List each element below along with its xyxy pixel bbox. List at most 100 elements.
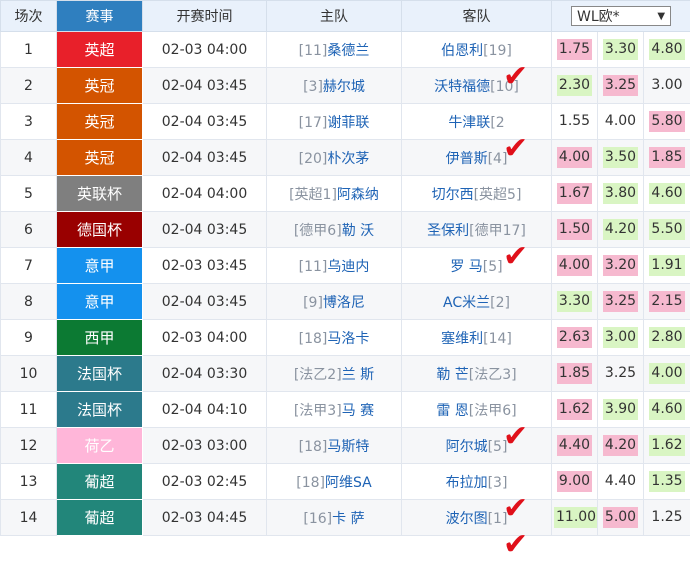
table-row[interactable]: 4英冠02-04 03:45[20]朴次茅伊普斯[4]4.003.501.85 xyxy=(1,140,690,176)
odds-cell[interactable]: 9.00 xyxy=(552,464,598,500)
odds-cell[interactable]: 2.15 xyxy=(644,284,690,320)
league-badge[interactable]: 英冠 xyxy=(57,68,143,104)
odds-value[interactable]: 2.80 xyxy=(649,327,684,348)
league-badge[interactable]: 意甲 xyxy=(57,284,143,320)
league-badge[interactable]: 葡超 xyxy=(57,500,143,536)
odds-cell[interactable]: 1.55 xyxy=(552,104,598,140)
odds-value[interactable]: 4.00 xyxy=(649,363,684,384)
odds-cell[interactable]: 3.80 xyxy=(598,176,644,212)
odds-value[interactable]: 3.00 xyxy=(603,327,638,348)
odds-value[interactable]: 5.00 xyxy=(603,507,638,528)
table-row[interactable]: 11法国杯02-04 04:10[法甲3]马 赛雷 恩[法甲6]1.623.90… xyxy=(1,392,690,428)
home-team-cell[interactable]: [11]桑德兰 xyxy=(267,32,402,68)
home-team-cell[interactable]: [16]卡 萨 xyxy=(267,500,402,536)
away-team-cell[interactable]: 伯恩利[19] xyxy=(402,32,552,68)
table-row[interactable]: 7意甲02-03 03:45[11]乌迪内罗 马[5]4.003.201.91 xyxy=(1,248,690,284)
away-team-name[interactable]: 圣保利 xyxy=(427,223,469,239)
odds-cell[interactable]: 3.25 xyxy=(598,284,644,320)
league-badge[interactable]: 英联杯 xyxy=(57,176,143,212)
odds-cell[interactable]: 4.00 xyxy=(552,140,598,176)
odds-value[interactable]: 3.30 xyxy=(557,291,592,312)
odds-value[interactable]: 1.25 xyxy=(649,507,684,528)
away-team-name[interactable]: 阿尔城 xyxy=(446,439,488,455)
odds-cell[interactable]: 3.00 xyxy=(598,320,644,356)
odds-value[interactable]: 1.35 xyxy=(649,471,684,492)
table-row[interactable]: 5英联杯02-04 04:00[英超1]阿森纳切尔西[英超5]1.673.804… xyxy=(1,176,690,212)
home-team-cell[interactable]: [英超1]阿森纳 xyxy=(267,176,402,212)
away-team-cell[interactable]: 切尔西[英超5] xyxy=(402,176,552,212)
away-team-name[interactable]: 伊普斯 xyxy=(446,151,488,167)
away-team-cell[interactable]: 牛津联[2 xyxy=(402,104,552,140)
home-team-cell[interactable]: [18]马斯特 xyxy=(267,428,402,464)
away-team-cell[interactable]: 波尔图[1] xyxy=(402,500,552,536)
odds-value[interactable]: 4.00 xyxy=(557,255,592,276)
league-badge[interactable]: 法国杯 xyxy=(57,356,143,392)
away-team-name[interactable]: 塞维利 xyxy=(441,331,483,347)
odds-value[interactable]: 3.25 xyxy=(603,75,638,96)
odds-cell[interactable]: 4.40 xyxy=(552,428,598,464)
league-badge[interactable]: 葡超 xyxy=(57,464,143,500)
away-team-name[interactable]: 雷 恩 xyxy=(436,403,468,419)
league-badge[interactable]: 荷乙 xyxy=(57,428,143,464)
odds-value[interactable]: 5.80 xyxy=(649,111,684,132)
odds-cell[interactable]: 1.35 xyxy=(644,464,690,500)
table-row[interactable]: 2英冠02-04 03:45[3]赫尔城沃特福德[10]2.303.253.00 xyxy=(1,68,690,104)
odds-cell[interactable]: 2.30 xyxy=(552,68,598,104)
away-team-cell[interactable]: 阿尔城[5] xyxy=(402,428,552,464)
home-team-cell[interactable]: [11]乌迪内 xyxy=(267,248,402,284)
odds-cell[interactable]: 1.50 xyxy=(552,212,598,248)
away-team-cell[interactable]: 雷 恩[法甲6] xyxy=(402,392,552,428)
away-team-name[interactable]: 沃特福德 xyxy=(434,79,490,95)
odds-cell[interactable]: 5.50 xyxy=(644,212,690,248)
odds-value[interactable]: 1.85 xyxy=(649,147,684,168)
odds-cell[interactable]: 1.25 xyxy=(644,500,690,536)
away-team-name[interactable]: 布拉加 xyxy=(446,475,488,491)
odds-cell[interactable]: 2.63 xyxy=(552,320,598,356)
home-team-name[interactable]: 马洛卡 xyxy=(327,331,369,347)
home-team-name[interactable]: 卡 萨 xyxy=(332,511,364,527)
odds-value[interactable]: 3.25 xyxy=(603,291,638,312)
odds-cell[interactable]: 4.00 xyxy=(598,104,644,140)
table-row[interactable]: 9西甲02-03 04:00[18]马洛卡塞维利[14]2.633.002.80 xyxy=(1,320,690,356)
table-row[interactable]: 14葡超02-03 04:45[16]卡 萨波尔图[1]11.005.001.2… xyxy=(1,500,690,536)
odds-cell[interactable]: 1.85 xyxy=(644,140,690,176)
odds-cell[interactable]: 3.30 xyxy=(598,32,644,68)
odds-cell[interactable]: 4.00 xyxy=(552,248,598,284)
odds-value[interactable]: 3.30 xyxy=(603,39,638,60)
league-badge[interactable]: 英冠 xyxy=(57,104,143,140)
odds-cell[interactable]: 11.00 xyxy=(552,500,598,536)
odds-value[interactable]: 4.20 xyxy=(603,219,638,240)
odds-value[interactable]: 2.15 xyxy=(649,291,684,312)
odds-value[interactable]: 3.25 xyxy=(603,363,638,384)
home-team-name[interactable]: 马 赛 xyxy=(342,403,374,419)
odds-value[interactable]: 1.75 xyxy=(557,39,592,60)
odds-value[interactable]: 1.55 xyxy=(557,111,592,132)
home-team-name[interactable]: 桑德兰 xyxy=(327,43,369,59)
away-team-cell[interactable]: 罗 马[5] xyxy=(402,248,552,284)
odds-cell[interactable]: 4.60 xyxy=(644,176,690,212)
away-team-name[interactable]: 勒 芒 xyxy=(436,367,468,383)
home-team-name[interactable]: 勒 沃 xyxy=(342,223,374,239)
league-badge[interactable]: 法国杯 xyxy=(57,392,143,428)
table-row[interactable]: 3英冠02-04 03:45[17]谢菲联牛津联[21.554.005.80 xyxy=(1,104,690,140)
home-team-name[interactable]: 兰 斯 xyxy=(342,367,374,383)
home-team-name[interactable]: 赫尔城 xyxy=(323,79,365,95)
odds-value[interactable]: 4.60 xyxy=(649,183,684,204)
odds-value[interactable]: 9.00 xyxy=(557,471,592,492)
odds-cell[interactable]: 3.25 xyxy=(598,356,644,392)
league-badge[interactable]: 英冠 xyxy=(57,140,143,176)
odds-cell[interactable]: 3.90 xyxy=(598,392,644,428)
table-row[interactable]: 6德国杯02-04 03:45[德甲6]勒 沃圣保利[德甲17]1.504.20… xyxy=(1,212,690,248)
away-team-name[interactable]: AC米兰 xyxy=(443,295,490,311)
away-team-name[interactable]: 罗 马 xyxy=(450,259,482,275)
odds-value[interactable]: 3.00 xyxy=(649,75,684,96)
home-team-cell[interactable]: [18]阿维SA xyxy=(267,464,402,500)
table-row[interactable]: 12荷乙02-03 03:00[18]马斯特阿尔城[5]4.404.201.62 xyxy=(1,428,690,464)
home-team-name[interactable]: 乌迪内 xyxy=(327,259,369,275)
odds-value[interactable]: 4.80 xyxy=(649,39,684,60)
odds-value[interactable]: 1.67 xyxy=(557,183,592,204)
home-team-name[interactable]: 博洛尼 xyxy=(323,295,365,311)
odds-cell[interactable]: 5.00 xyxy=(598,500,644,536)
away-team-name[interactable]: 伯恩利 xyxy=(441,43,483,59)
home-team-name[interactable]: 阿森纳 xyxy=(337,187,379,203)
